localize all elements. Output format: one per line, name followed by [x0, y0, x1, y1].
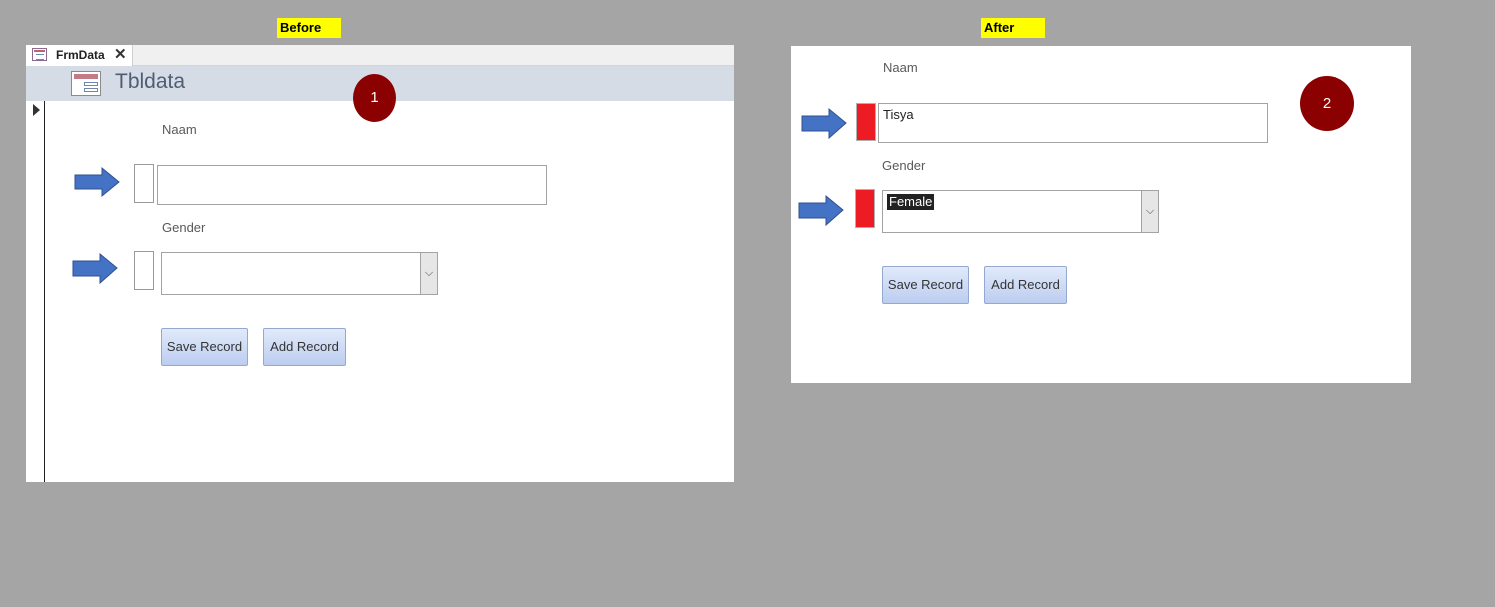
gender-indicator — [855, 189, 875, 228]
document-tab-bar: FrmData ✕ — [26, 45, 734, 66]
after-label: After — [981, 18, 1045, 38]
close-icon[interactable]: ✕ — [114, 45, 127, 63]
gender-combobox[interactable]: ⌵ — [161, 252, 438, 295]
callout-circle: 1 — [353, 74, 396, 122]
naam-indicator — [856, 103, 876, 141]
gender-label: Gender — [162, 220, 206, 235]
gender-label: Gender — [882, 158, 926, 173]
after-form-panel: 2 Naam Tisya Gender Female ⌵ Save Record… — [791, 46, 1411, 383]
save-record-button[interactable]: Save Record — [161, 328, 248, 366]
right-arrow-icon — [74, 166, 120, 198]
record-selector[interactable] — [26, 101, 45, 482]
naam-input[interactable] — [157, 165, 547, 205]
right-arrow-icon — [798, 194, 844, 227]
save-record-button[interactable]: Save Record — [882, 266, 969, 304]
record-selector-icon — [33, 104, 40, 116]
callout-circle: 2 — [1300, 76, 1354, 131]
before-form-window: FrmData ✕ Tbldata 1 Naam Gender ⌵ Save R… — [26, 45, 734, 482]
before-label: Before — [277, 18, 341, 38]
form-tab-icon — [32, 48, 47, 61]
form-title: Tbldata — [115, 70, 186, 93]
gender-combobox[interactable]: Female ⌵ — [882, 190, 1159, 233]
naam-indicator — [134, 164, 154, 203]
right-arrow-icon — [72, 252, 118, 285]
chevron-down-icon[interactable]: ⌵ — [1141, 191, 1158, 232]
form-icon — [71, 71, 101, 96]
chevron-down-icon[interactable]: ⌵ — [420, 253, 437, 294]
gender-indicator — [134, 251, 154, 290]
naam-label: Naam — [883, 60, 918, 75]
add-record-button[interactable]: Add Record — [984, 266, 1067, 304]
naam-label: Naam — [162, 122, 197, 137]
naam-input[interactable]: Tisya — [878, 103, 1268, 143]
tab-label: FrmData — [56, 48, 105, 62]
gender-value: Female — [887, 194, 935, 210]
add-record-button[interactable]: Add Record — [263, 328, 346, 366]
right-arrow-icon — [801, 107, 847, 140]
tab-frmdata[interactable]: FrmData ✕ — [26, 45, 133, 66]
